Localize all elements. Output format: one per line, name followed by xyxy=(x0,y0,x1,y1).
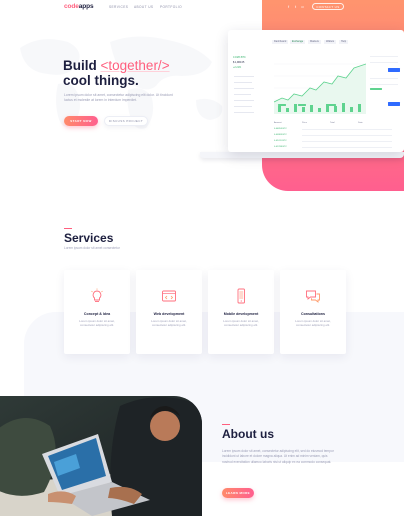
mobile-phone-icon xyxy=(237,288,245,304)
nav-link-portfolio[interactable]: PORTFOLIO xyxy=(160,5,182,9)
hero-description: Lorem ipsum dolor sit amet, consectetur … xyxy=(64,93,173,103)
about-accent-bar xyxy=(222,424,230,426)
lightbulb-icon xyxy=(91,288,103,302)
dash-balance-usd: $ 1,984.05 xyxy=(233,61,245,64)
nav-link-about[interactable]: ABOUT US xyxy=(134,5,153,9)
dash-balance-change: +2.21% xyxy=(233,66,242,69)
logo-text: apps xyxy=(78,3,94,10)
service-card-mobile[interactable]: Mobile development Lorem ipsum dolor sit… xyxy=(208,270,274,354)
order-highlight xyxy=(370,88,382,91)
dash-list-line xyxy=(234,82,252,84)
dash-balance-btc: 0.0183 BTC xyxy=(233,56,246,59)
table-line xyxy=(302,135,392,137)
instagram-icon[interactable]: o xyxy=(300,4,305,9)
chart-filter[interactable] xyxy=(328,104,336,106)
table-cell: 0.04853 BTC xyxy=(274,128,287,130)
dash-tab-markets: Markets xyxy=(308,40,321,44)
landing-page: codeapps SERVICES ABOUT US PORTFOLIO f t… xyxy=(0,0,404,516)
order-row xyxy=(370,84,398,86)
service-description: Lorem ipsum dolor sit amet, consectetur … xyxy=(151,319,187,328)
learn-more-button[interactable]: LEARN MORE xyxy=(222,488,254,498)
order-row xyxy=(370,78,398,80)
service-title: Concept & Idea xyxy=(83,312,111,316)
chart-filter[interactable] xyxy=(278,104,286,106)
order-row xyxy=(370,62,398,64)
chart-filter[interactable] xyxy=(298,104,306,106)
price-chart xyxy=(274,63,366,114)
start-now-button[interactable]: START NOW xyxy=(64,116,98,126)
logo[interactable]: codeapps xyxy=(64,3,94,10)
table-cell: 0.01298 BTC xyxy=(274,146,287,148)
dash-tab-wallets: Wallets xyxy=(324,40,337,44)
hero-title-tag: <together/> xyxy=(100,58,170,73)
table-line xyxy=(302,147,392,149)
table-header: Amount xyxy=(274,122,282,124)
facebook-icon[interactable]: f xyxy=(286,4,291,9)
dash-list-line xyxy=(234,88,254,90)
dash-list-line xyxy=(234,100,254,102)
logo-accent-text: code xyxy=(64,3,79,10)
hero-title: Build <together/> cool things. xyxy=(63,58,170,88)
table-cell: 0.00983 BTC xyxy=(274,134,287,136)
team-photo xyxy=(0,396,202,516)
laptop-base xyxy=(200,152,404,158)
discuss-project-button[interactable]: DISCUSS PROJECT xyxy=(104,116,148,126)
twitter-icon[interactable]: t xyxy=(293,4,298,9)
sell-button[interactable] xyxy=(388,102,400,106)
top-nav: codeapps SERVICES ABOUT US PORTFOLIO f t… xyxy=(0,0,404,14)
hero-title-word: Build xyxy=(63,58,97,73)
dashboard-mockup: Dashboard Exchange Markets Wallets Help … xyxy=(228,30,404,152)
about-description: Lorem ipsum dolor sit amet, consectetur … xyxy=(222,449,334,464)
table-header: Price xyxy=(302,122,307,124)
dash-tab-help: Help xyxy=(339,40,349,44)
contact-us-button[interactable]: CONTACT US xyxy=(312,3,344,10)
services-accent-bar xyxy=(64,228,72,230)
service-description: Lorem ipsum dolor sit amet, consectetur … xyxy=(79,319,115,328)
table-header: Date xyxy=(358,122,363,124)
table-line xyxy=(302,129,392,131)
service-card-concept[interactable]: Concept & Idea Lorem ipsum dolor sit ame… xyxy=(64,270,130,354)
service-description: Lorem ipsum dolor sit amet, consectetur … xyxy=(223,319,259,328)
table-cell: 0.02411 BTC xyxy=(274,140,287,142)
service-card-consultations[interactable]: Consultations Lorem ipsum dolor sit amet… xyxy=(280,270,346,354)
table-line xyxy=(302,141,392,143)
chat-bubbles-icon xyxy=(306,290,320,303)
service-card-web[interactable]: Web development Lorem ipsum dolor sit am… xyxy=(136,270,202,354)
services-title: Services xyxy=(64,231,114,245)
service-title: Consultations xyxy=(301,312,325,316)
world-map-background xyxy=(20,36,223,129)
nav-link-services[interactable]: SERVICES xyxy=(109,5,128,9)
dash-list-line xyxy=(234,94,251,96)
service-title: Web development xyxy=(153,312,185,316)
code-window-icon xyxy=(162,290,176,302)
service-title: Mobile development xyxy=(223,312,259,316)
hero-title-line2: cool things. xyxy=(63,73,139,88)
dash-list-line xyxy=(234,76,254,78)
dash-tab-exchange: Exchange xyxy=(290,40,306,44)
dash-tab-dashboard: Dashboard xyxy=(272,40,289,44)
about-title: About us xyxy=(222,427,274,441)
order-row xyxy=(370,56,398,58)
table-header: Total xyxy=(330,122,335,124)
service-description: Lorem ipsum dolor sit amet, consectetur … xyxy=(295,319,331,328)
dash-list-line xyxy=(234,106,252,108)
dash-list-line xyxy=(234,112,254,114)
services-subtitle: Lorem ipsum dolor sit amet consectetur xyxy=(64,246,120,250)
buy-button[interactable] xyxy=(388,68,400,72)
